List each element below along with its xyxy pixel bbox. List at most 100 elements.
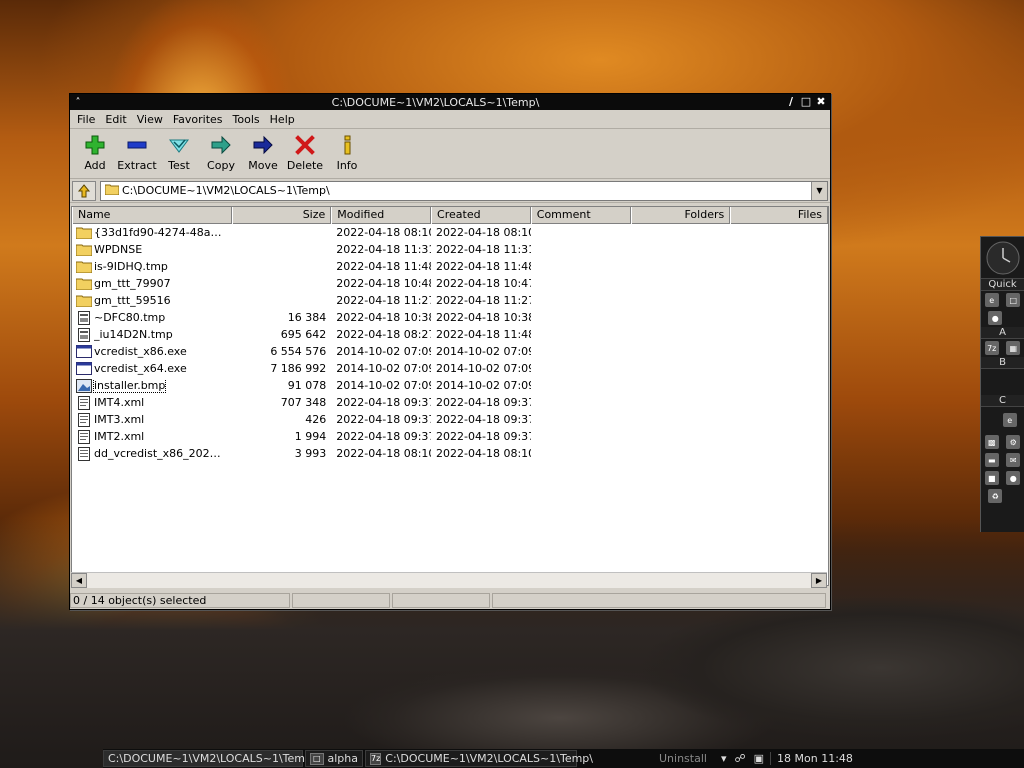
status-bar: 0 / 14 object(s) selected bbox=[70, 592, 830, 609]
taskbar-clock[interactable]: 18 Mon 11:48 bbox=[770, 752, 859, 765]
table-row[interactable]: vcredist_x64.exe 7 186 992 2014-10-02 07:0… bbox=[72, 360, 828, 377]
cell-size: 6 554 576 bbox=[270, 345, 327, 358]
exe-file-icon bbox=[76, 362, 92, 376]
window-menu-icon[interactable]: ˄ bbox=[70, 97, 86, 108]
close-button[interactable]: ✖ bbox=[815, 96, 827, 108]
file-name: {33d1fd90-4274-48a1-9b... bbox=[94, 226, 227, 239]
table-row[interactable]: WPDNSE 2022-04-18 11:31 2022-04-18 11:31 bbox=[72, 241, 828, 258]
menu-help[interactable]: Help bbox=[265, 113, 300, 126]
add-button[interactable]: Add bbox=[74, 133, 116, 172]
scroll-left-icon[interactable]: ◀ bbox=[71, 573, 87, 588]
column-files[interactable]: Files bbox=[730, 207, 828, 224]
table-row[interactable]: {33d1fd90-4274-48a1-9b... 2022-04-18 08:1… bbox=[72, 224, 828, 241]
table-row[interactable]: IMT2.xml 1 994 2022-04-18 09:37 2022-04-18 … bbox=[72, 428, 828, 445]
minimize-button[interactable]: ∕ bbox=[785, 96, 797, 108]
folder-dock-icon[interactable]: ■ bbox=[984, 471, 999, 485]
glasses-icon[interactable]: ● bbox=[1006, 471, 1021, 485]
cell-size: 7 186 992 bbox=[270, 362, 327, 375]
status-panel-2 bbox=[292, 593, 390, 608]
tray-network-icon[interactable]: ☍ bbox=[734, 752, 745, 765]
check-icon bbox=[166, 133, 192, 157]
browser-icon-2[interactable]: e bbox=[1002, 413, 1017, 427]
tools-icon[interactable]: ⚙ bbox=[1006, 435, 1021, 449]
table-row[interactable]: IMT4.xml 707 348 2022-04-18 09:37 2022-04-1… bbox=[72, 394, 828, 411]
uninstall-label[interactable]: Uninstall bbox=[579, 752, 715, 765]
table-row[interactable]: vcredist_x86.exe 6 554 576 2014-10-02 07:0… bbox=[72, 343, 828, 360]
table-row[interactable]: ~DFC80.tmp 16 384 2022-04-18 10:38 2022-04-… bbox=[72, 309, 828, 326]
media-icon[interactable]: ● bbox=[988, 311, 1003, 325]
title-bar[interactable]: ˄ C:\DOCUME~1\VM2\LOCALS~1\Temp\ ∕ □ ✖ bbox=[70, 94, 830, 110]
cell-modified: 2022-04-18 10:48 bbox=[336, 277, 432, 290]
printer-icon[interactable]: ▩ bbox=[984, 435, 999, 449]
dock-section-quick[interactable]: Quick bbox=[981, 279, 1024, 291]
column-modified[interactable]: Modified bbox=[331, 207, 432, 224]
extract-button[interactable]: Extract bbox=[116, 133, 158, 172]
test-button[interactable]: Test bbox=[158, 133, 200, 172]
recycle-icon[interactable]: ♻ bbox=[988, 489, 1003, 503]
file-name: gm_ttt_79907 bbox=[94, 277, 171, 290]
dock-section-b[interactable]: B bbox=[981, 357, 1024, 369]
delete-label: Delete bbox=[286, 159, 324, 172]
address-combobox[interactable]: C:\DOCUME~1\VM2\LOCALS~1\Temp\ ▼ bbox=[100, 180, 828, 201]
menu-file[interactable]: File bbox=[72, 113, 100, 126]
scroll-track[interactable] bbox=[87, 573, 811, 588]
table-row[interactable]: gm_ttt_79907 2022-04-18 10:48 2022-04-18 1… bbox=[72, 275, 828, 292]
test-label: Test bbox=[168, 159, 190, 172]
menu-view[interactable]: View bbox=[132, 113, 168, 126]
cell-created: 2022-04-18 08:10 bbox=[436, 447, 531, 460]
task-alpha[interactable]: □ alpha bbox=[305, 750, 363, 767]
trash-icon[interactable]: ▬ bbox=[984, 453, 999, 467]
task-temp-folder[interactable]: C:\DOCUME~1\VM2\LOCALS~1\Temp\ bbox=[103, 750, 316, 767]
scroll-right-icon[interactable]: ▶ bbox=[811, 573, 827, 588]
dock-section-c[interactable]: C bbox=[981, 395, 1024, 407]
cell-name: IMT3.xml bbox=[72, 412, 232, 427]
cell-name: installer.bmp bbox=[72, 378, 232, 393]
chevron-down-icon[interactable]: ▼ bbox=[811, 181, 827, 200]
cell-modified: 2022-04-18 08:27 bbox=[336, 328, 432, 341]
menu-edit[interactable]: Edit bbox=[100, 113, 131, 126]
column-folders[interactable]: Folders bbox=[630, 207, 731, 224]
cell-created: 2022-04-18 09:37 bbox=[436, 396, 531, 409]
up-folder-button[interactable] bbox=[72, 180, 96, 201]
table-row[interactable]: is-9IDHQ.tmp 2022-04-18 11:48 2022-04-18 1… bbox=[72, 258, 828, 275]
cell-modified: 2022-04-18 09:37 bbox=[336, 413, 432, 426]
network-icon[interactable]: ▦ bbox=[1006, 341, 1021, 355]
delete-button[interactable]: Delete bbox=[284, 133, 326, 172]
tray-display-icon[interactable]: ▣ bbox=[754, 752, 764, 765]
cell-modified: 2022-04-18 11:31 bbox=[336, 243, 432, 256]
column-comment[interactable]: Comment bbox=[530, 207, 631, 224]
task-label: C:\DOCUME~1\VM2\LOCALS~1\Temp\ bbox=[385, 751, 593, 765]
info-button[interactable]: Info bbox=[326, 133, 368, 172]
folder-file-icon bbox=[76, 260, 92, 274]
cell-modified: 2022-04-18 11:27 bbox=[336, 294, 432, 307]
move-button[interactable]: Move bbox=[242, 133, 284, 172]
file-list[interactable]: Name Size Modified Created Comment Folde… bbox=[71, 206, 829, 586]
tray-arrow-icon[interactable]: ▾ bbox=[721, 752, 727, 765]
maximize-button[interactable]: □ bbox=[800, 96, 812, 108]
file-name: is-9IDHQ.tmp bbox=[94, 260, 168, 273]
column-created[interactable]: Created bbox=[431, 207, 531, 224]
cell-modified: 2022-04-18 08:10 bbox=[336, 226, 432, 239]
table-row[interactable]: IMT3.xml 426 2022-04-18 09:37 2022-04-18 09… bbox=[72, 411, 828, 428]
dock-section-a[interactable]: A bbox=[981, 327, 1024, 339]
document-icon[interactable]: □ bbox=[1006, 293, 1021, 307]
task-7zip[interactable]: 7z C:\DOCUME~1\VM2\LOCALS~1\Temp\ bbox=[365, 750, 593, 767]
table-row[interactable]: installer.bmp 91 078 2014-10-02 07:09 2014-… bbox=[72, 377, 828, 394]
table-row[interactable]: gm_ttt_59516 2022-04-18 11:27 2022-04-18 1… bbox=[72, 292, 828, 309]
delete-x-icon bbox=[292, 133, 318, 157]
menu-tools[interactable]: Tools bbox=[228, 113, 265, 126]
copy-button[interactable]: Copy bbox=[200, 133, 242, 172]
status-selection: 0 / 14 object(s) selected bbox=[70, 593, 290, 608]
horizontal-scrollbar[interactable]: ◀ ▶ bbox=[71, 572, 827, 588]
table-row[interactable]: dd_vcredist_x86_202204... 3 993 2022-04-18… bbox=[72, 445, 828, 462]
mail-icon[interactable]: ✉ bbox=[1006, 453, 1021, 467]
folder-file-icon bbox=[76, 294, 92, 308]
list-header: Name Size Modified Created Comment Folde… bbox=[72, 207, 828, 224]
menu-favorites[interactable]: Favorites bbox=[168, 113, 228, 126]
sevenzip-icon[interactable]: 7z bbox=[984, 341, 999, 355]
table-row[interactable]: _iu14D2N.tmp 695 642 2022-04-18 08:27 2022-… bbox=[72, 326, 828, 343]
browser-icon[interactable]: e bbox=[984, 293, 999, 307]
column-size[interactable]: Size bbox=[231, 207, 332, 224]
column-name[interactable]: Name bbox=[72, 207, 232, 224]
add-label: Add bbox=[84, 159, 106, 172]
